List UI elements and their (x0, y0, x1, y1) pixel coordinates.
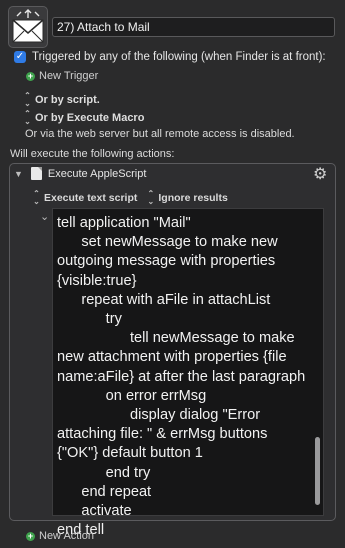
script-scrollbar[interactable] (315, 437, 320, 505)
script-document-icon (30, 167, 42, 180)
or-by-script-label: Or by script. (35, 94, 100, 106)
macro-name-field[interactable]: 27) Attach to Mail (52, 17, 335, 37)
web-server-note: Or via the web server but all remote acc… (25, 128, 295, 140)
new-trigger-label: New Trigger (39, 70, 99, 82)
action-options-row: ⌃ ⌄ Execute text script ⌃ ⌄ Ignore results (33, 190, 228, 206)
or-by-execute-macro-disclosure[interactable]: ⌃ ⌄ Or by Execute Macro (24, 110, 144, 126)
chevron-down-icon[interactable]: ⌄ (40, 210, 49, 223)
results-option-popup[interactable]: Ignore results (158, 192, 227, 204)
new-action-label: New Action (39, 530, 95, 542)
plus-circle-icon: + (26, 70, 35, 81)
updown-chevron-icon: ⌃ ⌄ (33, 189, 40, 206)
gear-icon[interactable]: ⚙ (313, 164, 327, 184)
updown-chevron-icon: ⌃ ⌄ (24, 109, 31, 126)
will-execute-label: Will execute the following actions: (10, 148, 175, 160)
action-header[interactable]: ▼ Execute AppleScript (14, 167, 146, 180)
new-trigger-button[interactable]: + New Trigger (26, 70, 98, 82)
mail-envelope-icon (8, 6, 48, 48)
trigger-enabled-label: Triggered by any of the following (when … (32, 51, 326, 63)
plus-circle-icon: + (26, 530, 35, 541)
checkmark-icon[interactable]: ✓ (14, 51, 26, 63)
updown-chevron-icon: ⌃ ⌄ (24, 91, 31, 108)
or-by-execute-macro-label: Or by Execute Macro (35, 112, 145, 124)
new-action-button[interactable]: + New Action (26, 530, 94, 542)
updown-chevron-icon: ⌃ ⌄ (147, 189, 155, 206)
execute-option-popup[interactable]: Execute text script (44, 192, 137, 204)
script-editor[interactable]: tell application "Mail" set newMessage t… (52, 208, 324, 538)
script-text[interactable]: tell application "Mail" set newMessage t… (57, 214, 309, 540)
action-title: Execute AppleScript (47, 167, 147, 180)
or-by-script-disclosure[interactable]: ⌃ ⌄ Or by script. (24, 92, 100, 108)
trigger-enabled-row[interactable]: ✓ Triggered by any of the following (whe… (14, 51, 326, 63)
disclosure-triangle-icon[interactable]: ▼ (14, 169, 23, 179)
